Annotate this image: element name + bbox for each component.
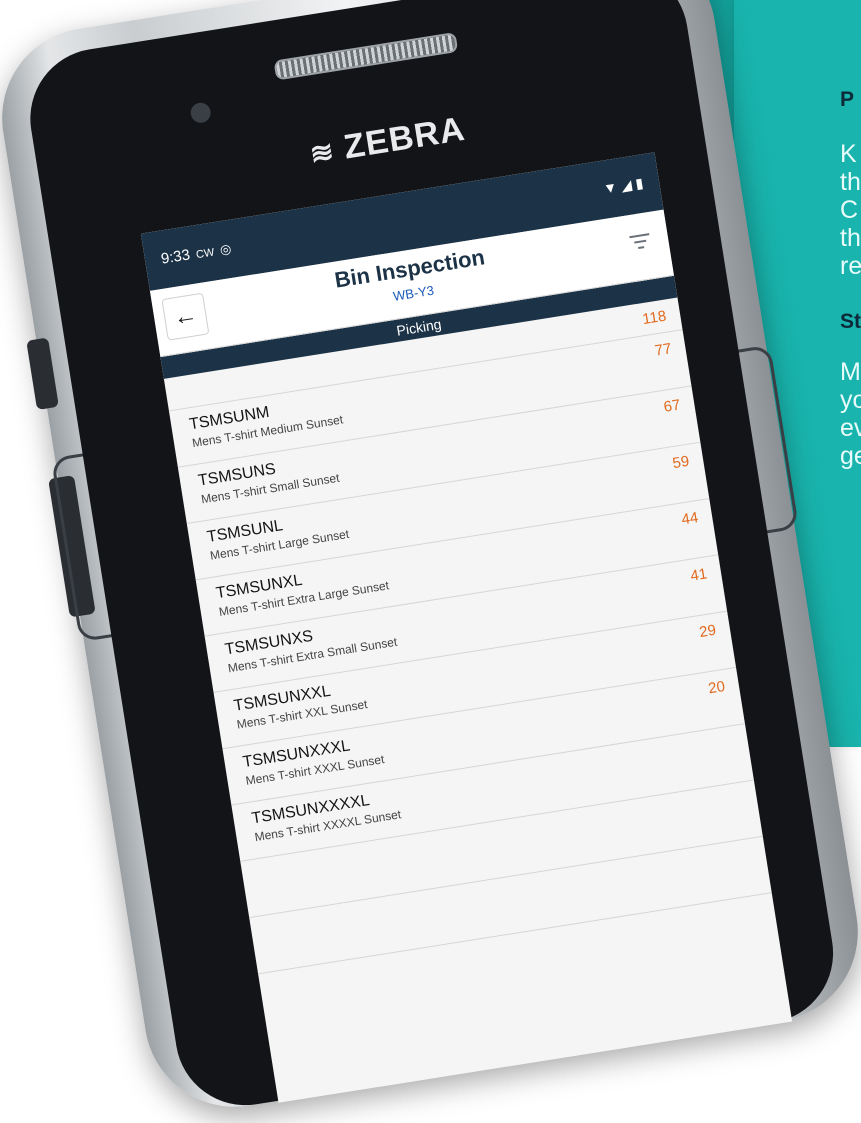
status-icons: ▼ ◢ ▮ [602,175,644,198]
item-count: 44 [680,509,700,529]
wifi-icon: ▼ [602,178,619,197]
device-front: ≋ ZEBRA 9:33 CW ◎ ▼ ◢ ▮ ← Bin Inspection… [20,0,844,1116]
filter-icon [629,233,650,250]
zebra-stripes-icon: ≋ [307,135,337,170]
status-time: 9:33 [159,246,192,268]
item-count: 77 [653,340,673,360]
filter-button[interactable] [627,230,656,254]
device: ≋ ZEBRA 9:33 CW ◎ ▼ ◢ ▮ ← Bin Inspection… [0,0,861,1120]
item-count: 59 [671,452,691,473]
brand-logo: ≋ ZEBRA [286,107,490,177]
total-count: 118 [641,307,668,329]
item-count: 29 [698,621,718,642]
item-count: 41 [689,565,709,585]
item-count: 67 [662,396,682,416]
signal-icon: ◢ [619,176,633,194]
battery-icon: ▮ [634,174,645,192]
front-camera [189,101,213,125]
brand-text: ZEBRA [341,109,468,167]
side-key-upper[interactable] [26,337,59,411]
speaker-grille [273,31,459,81]
item-count: 20 [707,677,727,698]
carrier-label: CW [195,246,216,262]
screen: 9:33 CW ◎ ▼ ◢ ▮ ← Bin Inspection WB-Y3 P… [140,152,793,1103]
device-body: ≋ ZEBRA 9:33 CW ◎ ▼ ◢ ▮ ← Bin Inspection… [0,0,861,1120]
sync-icon: ◎ [218,240,233,258]
status-time-group: 9:33 CW ◎ [160,240,233,268]
